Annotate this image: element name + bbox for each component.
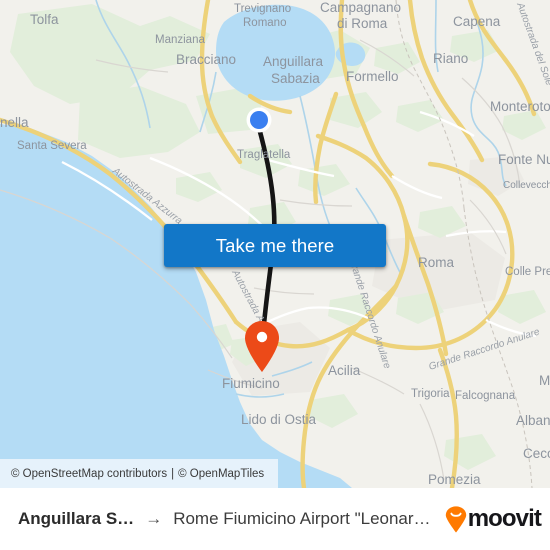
map-place-label: Trevignano (234, 3, 291, 15)
map-place-label: Romano (243, 17, 286, 29)
map-place-label: Riano (433, 51, 468, 66)
trip-origin-label: Anguillara S… (18, 509, 135, 528)
map-place-label: Traglatella (237, 149, 291, 161)
map-attribution-bar: © OpenStreetMap contributors | © OpenMap… (0, 459, 278, 488)
moovit-trip-map-screen: Tolfa Manziana Bracciano Trevignano Romano Ca… (0, 0, 550, 550)
map-place-label: Sabazia (271, 71, 320, 86)
map-place-label: Anguillara (263, 54, 324, 69)
take-me-there-container: Take me there (164, 224, 386, 267)
map-place-label: Pomezia (428, 472, 481, 487)
map-place-label: Santa Severa (17, 140, 87, 152)
take-me-there-button[interactable]: Take me there (164, 224, 386, 267)
map-place-label: Falcognana (455, 390, 516, 402)
trip-destination-label: Rome Fiumicino Airport "Leonardo … (173, 509, 437, 528)
attribution-separator: | (171, 467, 175, 480)
map-place-label: Collevecchio (503, 180, 550, 191)
map-place-label: Lido di Ostia (241, 412, 317, 427)
map-canvas[interactable]: Tolfa Manziana Bracciano Trevignano Romano Ca… (0, 0, 550, 488)
map-place-label: Capena (453, 14, 501, 29)
arrow-right-icon: → (145, 509, 163, 528)
map-place-label: Fonte Nuova (498, 152, 550, 167)
map-place-label: Ceco (523, 446, 550, 461)
origin-marker[interactable] (246, 107, 272, 133)
attribution-osm[interactable]: © OpenStreetMap contributors (11, 468, 167, 480)
map-place-label: di Roma (337, 16, 388, 31)
bottom-trip-bar: Anguillara S… → Rome Fiumicino Airport "… (0, 488, 550, 550)
map-place-label: Fiumicino (222, 376, 280, 391)
map-place-label: Formello (346, 69, 399, 84)
map-place-label: Campagnano (320, 0, 401, 15)
moovit-pin-icon (445, 505, 466, 532)
map-place-label: Trigoria (411, 388, 450, 400)
trip-summary[interactable]: Anguillara S… → Rome Fiumicino Airport "… (18, 509, 437, 529)
attribution-openmaptiles[interactable]: © OpenMapTiles (178, 468, 264, 480)
map-place-label: nella (0, 115, 29, 130)
moovit-wordmark: moovit (467, 505, 542, 532)
map-place-label: Manziana (155, 34, 205, 46)
map-place-label: Colle Prenestino (505, 266, 550, 278)
map-place-label: Albano (516, 413, 550, 428)
map-place-label: Acilia (328, 363, 361, 378)
map-place-label: Roma (418, 255, 455, 270)
map-place-label: Ma (539, 373, 550, 388)
moovit-logo[interactable]: moovit (437, 505, 542, 533)
map-place-label: Bracciano (176, 52, 236, 67)
map-place-label: Monterotondo (490, 99, 550, 114)
map-place-label: Tolfa (30, 12, 59, 27)
